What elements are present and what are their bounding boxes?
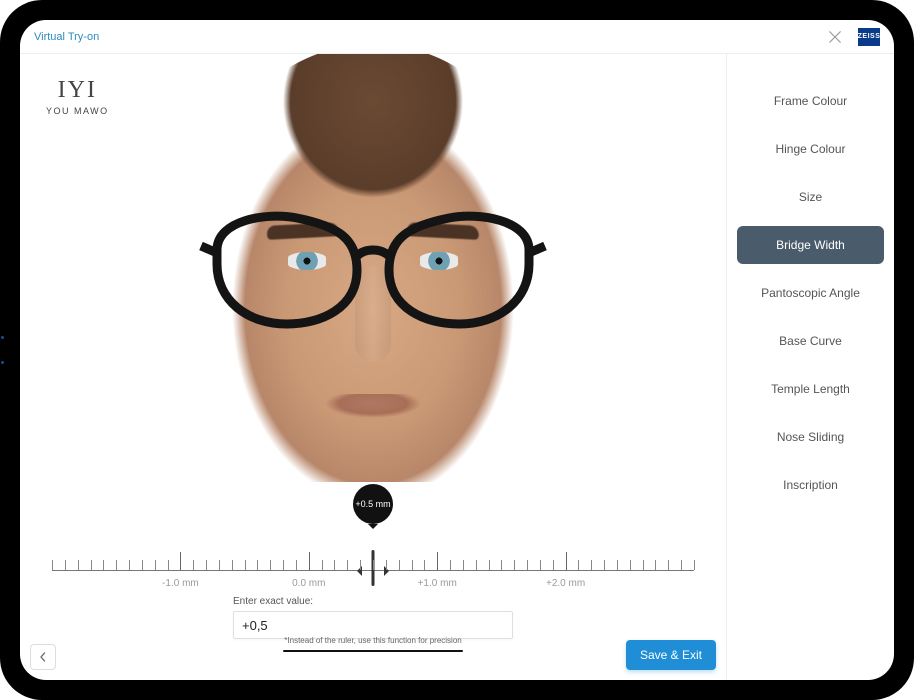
page-title: Virtual Try-on	[34, 31, 99, 43]
ruler-tick-minor	[373, 560, 374, 570]
exact-value-label: Enter exact value:	[233, 596, 513, 607]
ruler-tick-minor	[668, 560, 669, 570]
sidebar-item-size[interactable]: Size	[737, 178, 884, 216]
titlebar: Virtual Try-on ZEISS	[20, 20, 894, 54]
ruler-tick-minor	[270, 560, 271, 570]
titlebar-right: ZEISS	[826, 28, 880, 46]
ruler-tick-minor	[232, 560, 233, 570]
progress-indicator	[283, 650, 463, 652]
content-area: IYI YOU MAWO	[20, 54, 894, 680]
ruler-tick-minor	[78, 560, 79, 570]
ruler-tick-minor	[334, 560, 335, 570]
ruler-tick-minor	[116, 560, 117, 570]
ruler-tick-major	[180, 552, 181, 570]
ruler-tick-minor	[322, 560, 323, 570]
ruler-tick-minor	[617, 560, 618, 570]
ruler-tick-minor	[655, 560, 656, 570]
ruler-tick-minor	[501, 560, 502, 570]
ruler-tick-minor	[399, 560, 400, 570]
ruler-tick-minor	[283, 560, 284, 570]
ruler-tick-minor	[129, 560, 130, 570]
vendor-glyph: IYI	[46, 78, 109, 102]
ruler-tick-minor	[206, 560, 207, 570]
sidebar-item-inscription[interactable]: Inscription	[737, 466, 884, 504]
value-bubble: +0.5 mm	[353, 484, 393, 524]
main-area: IYI YOU MAWO	[20, 54, 726, 680]
sidebar-item-hinge-colour[interactable]: Hinge Colour	[737, 130, 884, 168]
ruler-tick-minor	[219, 560, 220, 570]
ruler-tick-minor	[103, 560, 104, 570]
ruler-tick-minor	[347, 560, 348, 570]
app-screen: Virtual Try-on ZEISS IYI YOU MAWO	[20, 20, 894, 680]
ruler-tick-label: +1.0 mm	[418, 578, 457, 589]
ruler-tick-minor	[65, 560, 66, 570]
ruler-tick-label: -1.0 mm	[162, 578, 199, 589]
ruler-tick-major	[309, 552, 310, 570]
close-icon[interactable]	[826, 28, 844, 46]
tryon-viewer[interactable]: IYI YOU MAWO	[20, 54, 726, 482]
ruler-tick-minor	[681, 560, 682, 570]
options-sidebar: Frame Colour Hinge Colour Size Bridge Width…	[726, 54, 894, 680]
ruler-tick-minor	[168, 560, 169, 570]
ruler-tick-minor	[52, 560, 53, 570]
sidebar-item-frame-colour[interactable]: Frame Colour	[737, 82, 884, 120]
sidebar-item-temple-length[interactable]: Temple Length	[737, 370, 884, 408]
vendor-name: YOU MAWO	[46, 106, 109, 116]
ruler-tick-minor	[591, 560, 592, 570]
ruler-tick-minor	[527, 560, 528, 570]
ruler-area: +0.5 mm -1.0 mm0.0 mm+1.0 mm+2.0 mm Ente…	[20, 482, 726, 680]
ruler-tick-minor	[643, 560, 644, 570]
ruler-tick-minor	[245, 560, 246, 570]
save-exit-button[interactable]: Save & Exit	[626, 640, 716, 670]
exact-value-row: Enter exact value:	[233, 596, 513, 639]
ruler-tick-major	[437, 552, 438, 570]
ruler-tick-minor	[155, 560, 156, 570]
ruler-tick-minor	[296, 560, 297, 570]
ruler-tick-minor	[540, 560, 541, 570]
ruler-tick-label: 0.0 mm	[292, 578, 325, 589]
ruler-tick-minor	[604, 560, 605, 570]
ruler[interactable]: -1.0 mm0.0 mm+1.0 mm+2.0 mm	[52, 538, 694, 582]
exact-value-input[interactable]	[233, 611, 513, 639]
sidebar-item-pantoscopic-angle[interactable]: Pantoscopic Angle	[737, 274, 884, 312]
ruler-tick-minor	[91, 560, 92, 570]
ruler-tick-major	[566, 552, 567, 570]
ruler-tick-minor	[193, 560, 194, 570]
exact-value-footnote: *Instead of the ruler, use this function…	[284, 636, 461, 645]
ruler-tick-minor	[463, 560, 464, 570]
ruler-tick-minor	[142, 560, 143, 570]
ruler-tick-label: +2.0 mm	[546, 578, 585, 589]
ruler-tick-minor	[553, 560, 554, 570]
ruler-tick-minor	[578, 560, 579, 570]
sidebar-item-bridge-width[interactable]: Bridge Width	[737, 226, 884, 264]
ruler-tick-minor	[450, 560, 451, 570]
zeiss-logo: ZEISS	[858, 28, 880, 46]
back-button[interactable]	[30, 644, 56, 670]
face-render	[163, 54, 583, 482]
ruler-tick-minor	[424, 560, 425, 570]
tablet-frame: Virtual Try-on ZEISS IYI YOU MAWO	[0, 0, 914, 700]
ruler-tick-minor	[360, 560, 361, 570]
ruler-tick-minor	[514, 560, 515, 570]
vendor-logo: IYI YOU MAWO	[46, 78, 109, 116]
ruler-tick-minor	[489, 560, 490, 570]
sidebar-item-base-curve[interactable]: Base Curve	[737, 322, 884, 360]
ruler-tick-minor	[412, 560, 413, 570]
device-sensors	[0, 326, 6, 374]
ruler-tick-minor	[476, 560, 477, 570]
ruler-tick-minor	[257, 560, 258, 570]
ruler-tick-minor	[386, 560, 387, 570]
ruler-tick-minor	[694, 560, 695, 570]
sidebar-item-nose-sliding[interactable]: Nose Sliding	[737, 418, 884, 456]
ruler-tick-minor	[630, 560, 631, 570]
